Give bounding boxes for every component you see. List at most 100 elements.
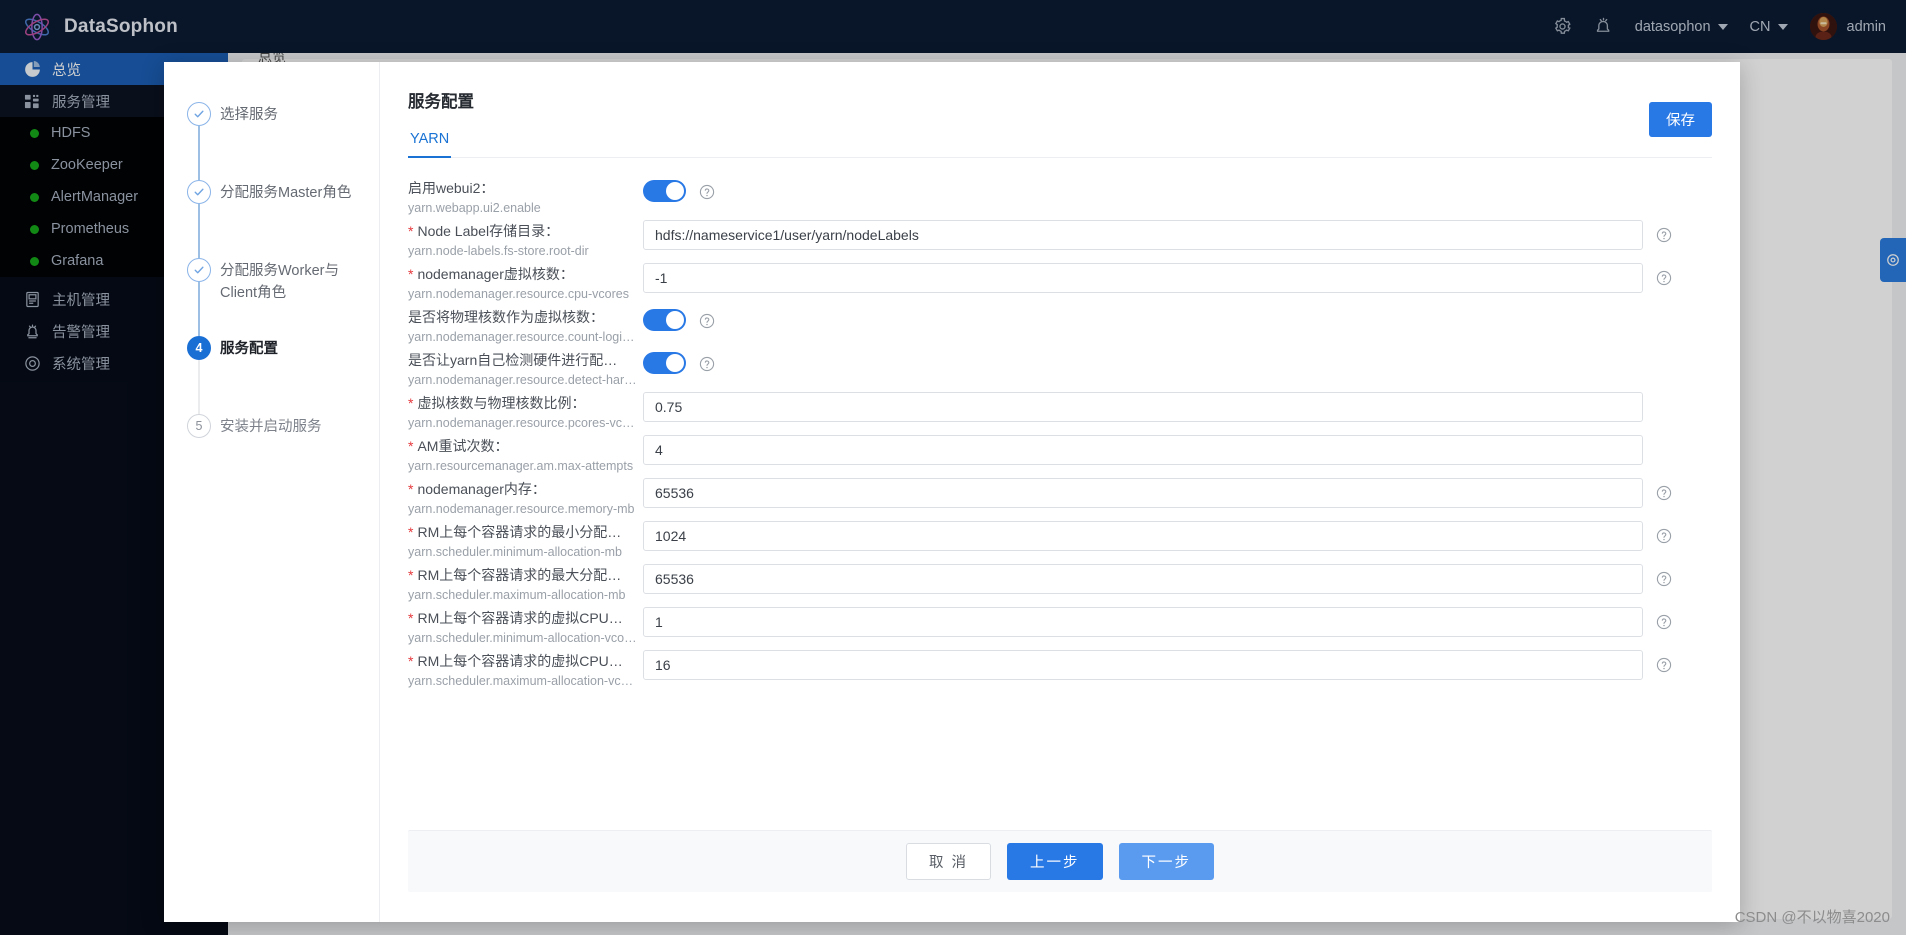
step-connector-line xyxy=(198,282,200,336)
field-control xyxy=(643,305,1712,331)
required-marker: * xyxy=(408,395,414,411)
help-icon[interactable] xyxy=(1656,528,1672,544)
toggle-switch[interactable] xyxy=(643,309,686,331)
input-wrapper xyxy=(643,392,1643,422)
max-allocation-vcores-input[interactable] xyxy=(643,650,1643,680)
toggle-knob xyxy=(666,182,684,200)
field-label-block: * Node Label存储目录： yarn.node-labels.fs-sto… xyxy=(408,219,643,259)
help-icon[interactable] xyxy=(1656,227,1672,243)
toggle-switch[interactable] xyxy=(643,352,686,374)
required-marker: * xyxy=(408,567,414,583)
step-number: 4 xyxy=(187,336,211,360)
wizard-steps: 选择服务 分配服务Master角色 分配服务Worker与Client角色 4 … xyxy=(164,62,379,922)
help-icon[interactable] xyxy=(699,356,715,372)
help-icon[interactable] xyxy=(699,313,715,329)
app-root: DataSophon datasophon CN admin 总览 服务管理 H… xyxy=(0,0,1906,935)
node-label-dir-input[interactable] xyxy=(643,220,1643,250)
field-label: RM上每个容器请求的虚拟CPU核的最大… xyxy=(417,653,632,669)
nm-memory-input[interactable] xyxy=(643,478,1643,508)
field-label-block: 启用webui2： yarn.webapp.ui2.enable xyxy=(408,176,643,216)
toggle-knob xyxy=(666,354,684,372)
toggle-knob xyxy=(666,311,684,329)
required-marker: * xyxy=(408,266,414,282)
field-control xyxy=(643,520,1712,551)
field-key: yarn.scheduler.minimum-allocation-vcores xyxy=(408,631,640,645)
tab-yarn[interactable]: YARN xyxy=(408,131,452,158)
config-row-nm-memory: * nodemanager内存： yarn.nodemanager.resourc… xyxy=(408,477,1712,520)
help-icon[interactable] xyxy=(1656,614,1672,630)
field-label: nodemanager虚拟核数： xyxy=(417,266,574,282)
min-allocation-vcores-input[interactable] xyxy=(643,607,1643,637)
wizard-step-4[interactable]: 4 服务配置 xyxy=(178,336,379,414)
max-allocation-mb-input[interactable] xyxy=(643,564,1643,594)
config-row-min-allocation-vcores: *RM上每个容器请求的虚拟CPU核的最小… yarn.scheduler.min… xyxy=(408,606,1712,649)
input-wrapper xyxy=(643,435,1643,465)
field-control xyxy=(643,176,1712,202)
step-marker: 4 xyxy=(178,336,220,414)
wizard-footer: 取 消 上一步 下一步 xyxy=(408,830,1712,892)
watermark: CSDN @不以物喜2020 xyxy=(1734,909,1890,926)
help-icon[interactable] xyxy=(1656,270,1672,286)
toggle-switch[interactable] xyxy=(643,180,686,202)
help-icon[interactable] xyxy=(1656,571,1672,587)
step-label: 分配服务Master角色 xyxy=(220,185,352,201)
input-wrapper xyxy=(643,263,1643,293)
min-allocation-mb-input[interactable] xyxy=(643,521,1643,551)
config-row-webui2: 启用webui2： yarn.webapp.ui2.enable xyxy=(408,176,1712,219)
config-row-pcores-vcores-ratio: * 虚拟核数与物理核数比例： yarn.nodemanager.resource.… xyxy=(408,391,1712,434)
cancel-button[interactable]: 取 消 xyxy=(905,843,992,880)
service-config-wizard-modal: 选择服务 分配服务Master角色 分配服务Worker与Client角色 4 … xyxy=(164,62,1740,922)
next-step-button[interactable]: 下一步 xyxy=(1118,843,1215,880)
config-row-nm-vcores: * nodemanager虚拟核数： yarn.nodemanager.resou… xyxy=(408,262,1712,305)
field-key: yarn.node-labels.fs-store.root-dir xyxy=(408,244,589,258)
input-wrapper xyxy=(643,607,1643,637)
help-icon[interactable] xyxy=(1656,657,1672,673)
input-wrapper xyxy=(643,521,1643,551)
field-label: RM上每个容器请求的最大分配量（MB… xyxy=(417,567,633,583)
required-marker: * xyxy=(408,610,414,626)
required-marker: * xyxy=(408,524,414,540)
previous-step-button[interactable]: 上一步 xyxy=(1007,843,1103,880)
field-label-block: * 虚拟核数与物理核数比例： yarn.nodemanager.resource.… xyxy=(408,391,643,431)
help-icon[interactable] xyxy=(699,184,715,200)
field-key: yarn.nodemanager.resource.count-logical-… xyxy=(408,330,640,344)
step-connector-line xyxy=(198,126,200,180)
field-label: 是否让yarn自己检测硬件进行配置： xyxy=(408,352,623,368)
config-form: 启用webui2： yarn.webapp.ui2.enable * Node L… xyxy=(380,158,1740,830)
field-label-block: 是否让yarn自己检测硬件进行配置： yarn.nodemanager.reso… xyxy=(408,348,643,388)
wizard-step-3[interactable]: 分配服务Worker与Client角色 xyxy=(178,258,379,336)
required-marker: * xyxy=(408,653,414,669)
field-control xyxy=(643,606,1712,637)
pcores-vcores-ratio-input[interactable] xyxy=(643,392,1643,422)
help-icon[interactable] xyxy=(1656,485,1672,501)
field-label: 启用webui2： xyxy=(408,180,495,196)
input-wrapper xyxy=(643,478,1643,508)
config-row-detect-hardware: 是否让yarn自己检测硬件进行配置： yarn.nodemanager.reso… xyxy=(408,348,1712,391)
config-row-node-label-dir: * Node Label存储目录： yarn.node-labels.fs-sto… xyxy=(408,219,1712,262)
field-control xyxy=(643,434,1712,465)
field-label-block: *RM上每个容器请求的虚拟CPU核的最小… yarn.scheduler.min… xyxy=(408,606,643,646)
wizard-step-2[interactable]: 分配服务Master角色 xyxy=(178,180,379,258)
step-marker xyxy=(178,102,220,180)
save-button[interactable]: 保存 xyxy=(1649,102,1712,137)
field-label: 虚拟核数与物理核数比例： xyxy=(417,395,586,411)
wizard-step-5[interactable]: 5 安装并启动服务 xyxy=(178,414,379,454)
field-key: yarn.nodemanager.resource.detect-hardwar… xyxy=(408,373,640,387)
field-label-block: * nodemanager虚拟核数： yarn.nodemanager.resou… xyxy=(408,262,643,302)
field-key: yarn.scheduler.minimum-allocation-mb xyxy=(408,545,622,559)
field-label-block: * AM重试次数： yarn.resourcemanager.am.max-att… xyxy=(408,434,643,474)
required-marker: * xyxy=(408,438,414,454)
step-check-icon xyxy=(187,258,211,282)
field-key: yarn.scheduler.maximum-allocation-mb xyxy=(408,588,626,602)
wizard-step-1[interactable]: 选择服务 xyxy=(178,102,379,180)
step-number: 5 xyxy=(187,414,211,438)
am-max-attempts-input[interactable] xyxy=(643,435,1643,465)
step-marker xyxy=(178,180,220,258)
field-key: yarn.nodemanager.resource.memory-mb xyxy=(408,502,635,516)
config-row-max-allocation-vcores: *RM上每个容器请求的虚拟CPU核的最大… yarn.scheduler.max… xyxy=(408,649,1712,692)
step-marker: 5 xyxy=(178,414,220,454)
field-label: AM重试次数： xyxy=(417,438,509,454)
required-marker: * xyxy=(408,481,414,497)
step-marker xyxy=(178,258,220,336)
nm-vcores-input[interactable] xyxy=(643,263,1643,293)
